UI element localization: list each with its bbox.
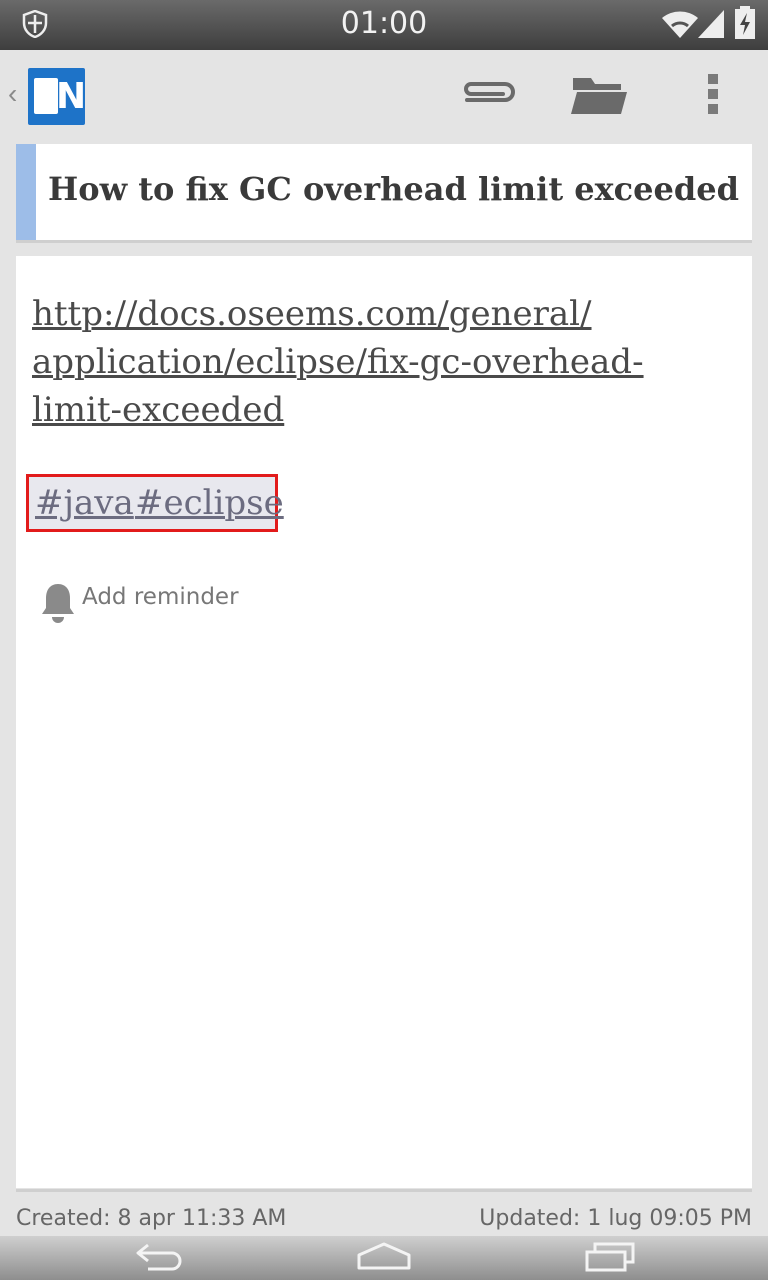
recents-button[interactable] xyxy=(570,1236,650,1280)
note-title[interactable]: How to fix GC overhead limit exceeded i xyxy=(48,170,748,208)
updated-timestamp: Updated: 1 lug 09:05 PM xyxy=(479,1206,752,1231)
back-button[interactable] xyxy=(120,1236,200,1280)
folder-button[interactable] xyxy=(564,70,634,122)
action-bar: ‹ N xyxy=(0,50,768,144)
folder-icon xyxy=(569,72,629,121)
footer-divider xyxy=(16,1189,752,1192)
title-accent-bar xyxy=(16,144,36,240)
home-button[interactable] xyxy=(344,1236,424,1280)
add-reminder-label: Add reminder xyxy=(82,584,239,610)
note-title-card[interactable]: How to fix GC overhead limit exceeded i xyxy=(16,144,752,243)
app-logo-page xyxy=(34,78,58,114)
tags-highlight-box: #java #eclipse xyxy=(26,474,284,532)
system-nav-bar xyxy=(0,1236,768,1280)
bell-icon xyxy=(40,582,76,629)
note-url-link[interactable]: http://docs.oseems.com/general/ applicat… xyxy=(32,290,712,434)
status-bar: 01:00 xyxy=(0,0,768,50)
home-icon xyxy=(356,1241,412,1276)
attach-icon xyxy=(457,76,517,117)
wifi-icon xyxy=(660,8,700,45)
status-time: 01:00 xyxy=(340,6,428,41)
overflow-menu-button[interactable] xyxy=(678,70,748,122)
tag-eclipse[interactable]: #eclipse xyxy=(135,483,284,523)
url-line: application/eclipse/fix-gc-overhead- xyxy=(32,342,644,382)
app-logo-letter: N xyxy=(56,76,85,117)
recents-icon xyxy=(584,1240,636,1277)
up-navigation-caret[interactable]: ‹ xyxy=(8,78,17,110)
app-logo-icon[interactable]: N xyxy=(28,68,85,125)
back-icon xyxy=(134,1241,186,1276)
note-content-card[interactable]: http://docs.oseems.com/general/ applicat… xyxy=(16,256,752,1188)
tag-java[interactable]: #java xyxy=(35,483,134,523)
url-line: http://docs.oseems.com/general/ xyxy=(32,294,592,334)
overflow-menu-icon xyxy=(706,72,720,121)
url-line: limit-exceeded xyxy=(32,390,285,430)
created-timestamp: Created: 8 apr 11:33 AM xyxy=(16,1206,287,1231)
attach-button[interactable] xyxy=(452,70,522,122)
note-footer: Created: 8 apr 11:33 AM Updated: 1 lug 0… xyxy=(0,1196,768,1236)
battery-charging-icon xyxy=(734,6,756,45)
add-reminder-button[interactable]: Add reminder xyxy=(40,578,340,626)
signal-icon xyxy=(696,8,726,45)
